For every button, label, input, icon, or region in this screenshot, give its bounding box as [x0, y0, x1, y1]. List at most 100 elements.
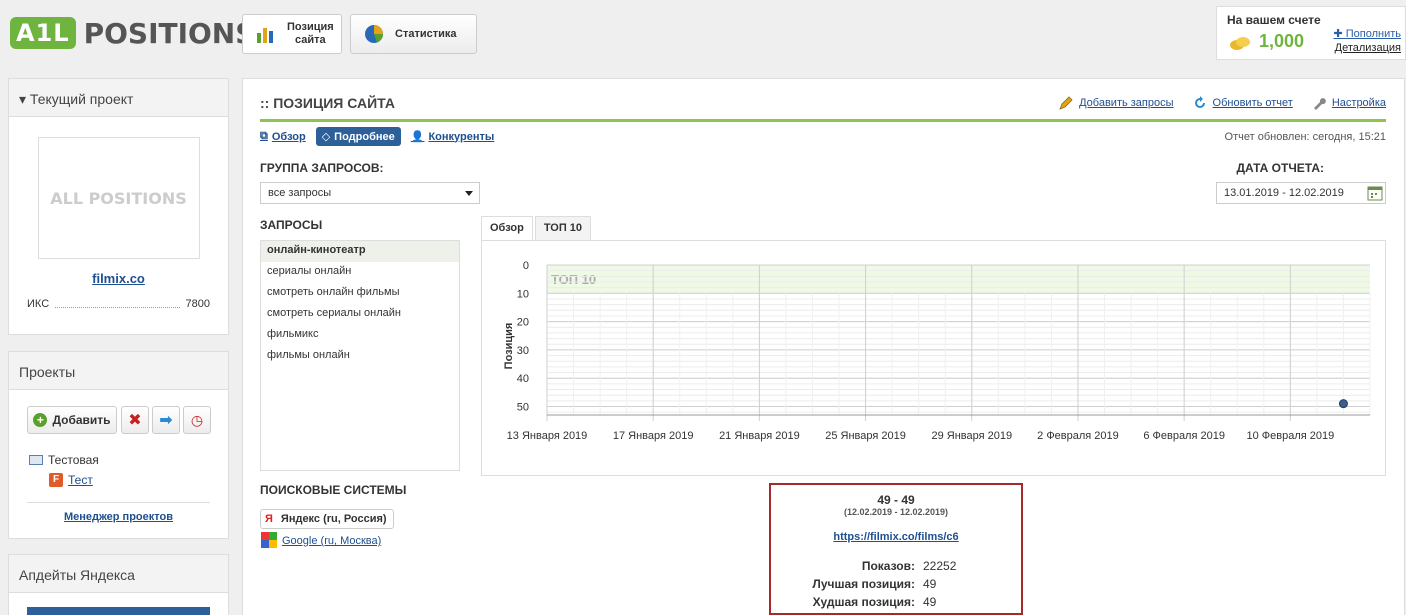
report-date-value: 13.01.2019 - 12.02.2019 — [1224, 187, 1344, 199]
list-item[interactable]: фильмикс — [261, 325, 459, 346]
list-item[interactable]: сериалы онлайн — [261, 262, 459, 283]
pie-chart-icon — [363, 23, 385, 45]
current-project-panel: ▾ Текущий проект ALL POSITIONS filmix.co… — [8, 78, 229, 335]
topup-link[interactable]: ✚ Пополнить — [1333, 27, 1401, 41]
iks-label: ИКС — [27, 298, 50, 310]
subtab-competitors[interactable]: 👤 Конкуренты — [411, 130, 495, 144]
tooltip-range: 49 - 49 — [877, 493, 915, 507]
data-point — [1338, 399, 1348, 409]
delete-project-button[interactable]: ✖ — [121, 406, 149, 434]
logo-text: POSITIONS — [83, 16, 256, 50]
project-tree: Тестовая F Тест — [29, 450, 99, 490]
current-project-title: Текущий проект — [29, 91, 134, 107]
tab-statistics-label: Статистика — [395, 28, 457, 40]
x-tick-label: 6 Февраля 2019 — [1143, 430, 1225, 442]
x-tick-label: 25 Января 2019 — [825, 430, 906, 442]
y-tick-label: 50 — [517, 402, 529, 414]
add-icon: + — [33, 413, 48, 427]
list-item[interactable]: онлайн-кинотеатр — [261, 241, 459, 262]
chart-tab-overview[interactable]: Обзор — [481, 216, 533, 241]
tab-statistics[interactable]: Статистика — [350, 14, 477, 54]
x-tick-label: 29 Января 2019 — [931, 430, 1012, 442]
tooltip-shows-value: 22252 — [923, 559, 957, 573]
add-project-button[interactable]: + Добавить — [27, 406, 117, 434]
window-icon: ⧉ — [260, 130, 268, 142]
list-item[interactable]: смотреть сериалы онлайн — [261, 304, 459, 325]
balance-amount: 1,000 — [1259, 31, 1305, 51]
x-tick-label: 10 Февраля 2019 — [1246, 430, 1334, 442]
current-project-header[interactable]: ▾ Текущий проект — [9, 79, 228, 117]
position-chart-svg: ТОП 10 0 10 20 30 40 50 13 Января 2019 17 Января… — [503, 260, 1371, 442]
engines-label: ПОИСКОВЫЕ СИСТЕМЫ — [260, 483, 407, 497]
add-project-label: Добавить — [52, 413, 111, 427]
tree-item-group[interactable]: Тестовая — [29, 450, 99, 470]
engine-google[interactable]: Google (ru, Москва) — [260, 531, 394, 551]
report-date-input[interactable]: 13.01.2019 - 12.02.2019 — [1216, 182, 1386, 204]
yandex-updates-header: Апдейты Яндекса — [9, 555, 228, 593]
top10-band — [547, 265, 1370, 294]
clock-icon: ◷ — [190, 411, 204, 428]
main-panel: :: ПОЗИЦИЯ САЙТА Добавить запросы Обнови… — [242, 78, 1405, 615]
project-icon: F — [49, 473, 63, 487]
pencil-icon — [1058, 95, 1074, 111]
subtab-details[interactable]: ◇ Подробнее — [315, 127, 401, 146]
iks-value: 7800 — [185, 298, 210, 310]
project-site-link[interactable]: filmix.co — [92, 271, 145, 286]
project-logo: ALL POSITIONS — [37, 137, 200, 259]
queries-label: ЗАПРОСЫ — [260, 218, 323, 232]
engine-yandex-label: Яндекс (ru, Россия) — [280, 513, 387, 525]
subtab-overview[interactable]: ⧉ Обзор — [260, 130, 306, 143]
position-chart: ТОП 10 0 10 20 30 40 50 13 Января 2019 17 Января… — [481, 240, 1386, 476]
x-tick-label: 17 Января 2019 — [613, 430, 694, 442]
coins-icon — [1229, 35, 1251, 51]
top10-band-label: ТОП 10 — [551, 272, 596, 287]
add-queries-label: Добавить запросы — [1079, 97, 1174, 109]
engine-yandex[interactable]: Я Яндекс (ru, Россия) — [260, 509, 394, 529]
list-item[interactable]: смотреть онлайн фильмы — [261, 283, 459, 304]
group-label: ГРУППА ЗАПРОСОВ: — [260, 161, 384, 175]
google-icon — [260, 531, 278, 552]
update-report-label: Обновить отчет — [1212, 97, 1293, 109]
move-project-button[interactable]: ➡ — [152, 406, 180, 434]
update-report-link[interactable]: Обновить отчет — [1192, 95, 1293, 111]
tooltip-url[interactable]: https://filmix.co/films/c6 — [833, 531, 958, 543]
title-divider — [260, 119, 1386, 122]
tooltip-worst-value: 49 — [923, 595, 937, 609]
y-tick-label: 20 — [517, 317, 529, 329]
history-button[interactable]: ◷ — [183, 406, 211, 434]
settings-label: Настройка — [1331, 97, 1386, 109]
subtab-details-label: Подробнее — [334, 131, 395, 143]
chevron-down-icon — [462, 186, 476, 200]
projects-panel: Проекты + Добавить ✖ ➡ ◷ Тестовая F Тест… — [8, 351, 229, 539]
yandex-updates-bar — [27, 607, 210, 615]
tab-site-position[interactable]: Позиция сайта — [242, 14, 342, 54]
y-tick-label: 10 — [517, 288, 529, 300]
iks-row: ИКС 7800 — [27, 298, 210, 310]
triangle-down-icon: ▾ — [19, 91, 30, 107]
list-item[interactable]: фильмы онлайн — [261, 346, 459, 367]
project-manager-link[interactable]: Менеджер проектов — [64, 511, 173, 523]
details-link[interactable]: Детализация — [1333, 41, 1401, 55]
tooltip-best-label: Лучшая позиция: — [812, 577, 915, 591]
y-tick-label: 0 — [523, 260, 529, 272]
folder-icon — [29, 455, 43, 465]
add-queries-link[interactable]: Добавить запросы — [1058, 95, 1174, 111]
y-tick-label: 30 — [517, 345, 529, 357]
query-group-select[interactable]: все запросы — [260, 182, 480, 204]
tree-group-label: Тестовая — [48, 453, 99, 467]
refresh-icon — [1192, 95, 1208, 111]
tooltip-best-value: 49 — [923, 577, 937, 591]
subtab-overview-label: Обзор — [271, 130, 306, 143]
tab-site-position-label: Позиция сайта — [287, 21, 334, 46]
tooltip-shows-label: Показов: — [861, 559, 915, 573]
settings-link[interactable]: Настройка — [1311, 95, 1386, 111]
project-logo-text: ALL POSITIONS — [50, 188, 187, 208]
queries-list: онлайн-кинотеатр сериалы онлайн смотреть… — [260, 240, 460, 471]
arrow-right-icon: ➡ — [159, 412, 173, 429]
calendar-icon[interactable] — [1367, 185, 1383, 201]
chart-tooltip: 49 - 49 (12.02.2019 - 12.02.2019) https:… — [769, 483, 1023, 615]
date-label: ДАТА ОТЧЕТА: — [1236, 161, 1324, 175]
chart-tab-top10[interactable]: ТОП 10 — [534, 216, 592, 241]
logo[interactable]: A1L POSITIONS — [10, 14, 255, 52]
tree-item-project[interactable]: F Тест — [49, 470, 99, 490]
